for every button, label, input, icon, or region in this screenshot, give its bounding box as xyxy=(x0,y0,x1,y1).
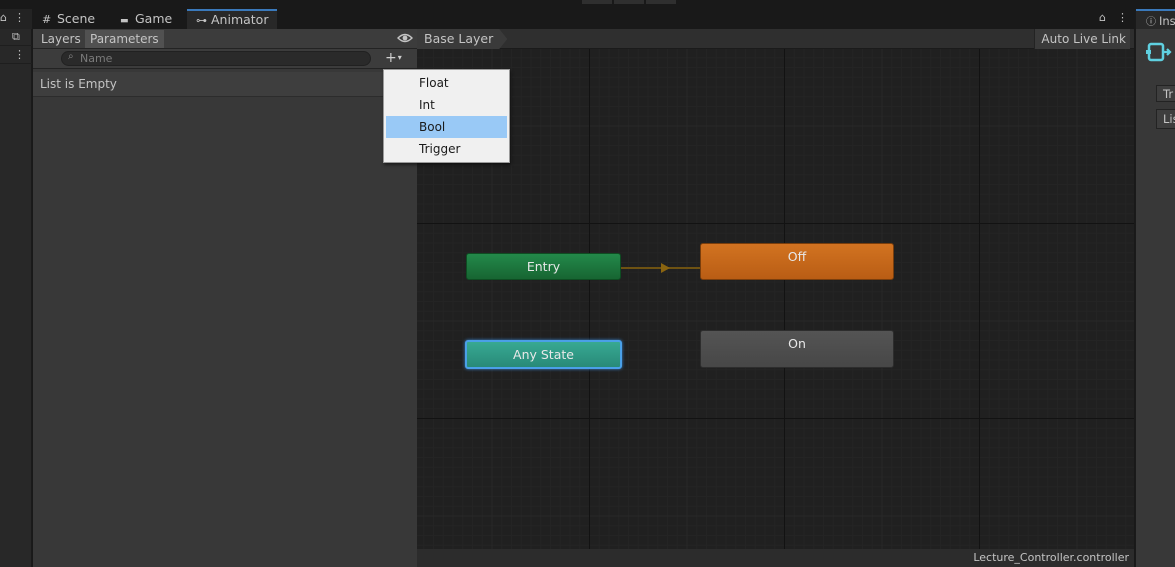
gamepad-icon: ▬ xyxy=(120,16,129,26)
tab-animator[interactable]: ⊶ Animator xyxy=(187,9,277,29)
tab-parameters[interactable]: Parameters xyxy=(85,30,164,48)
parameters-panel: Layers Parameters ⌕ +▾ List is Empty xyxy=(33,29,417,567)
animator-controller-icon xyxy=(1146,42,1172,62)
tab-game[interactable]: ▬ Game xyxy=(111,9,187,29)
parameters-search-row: ⌕ +▾ xyxy=(33,49,417,69)
tab-label: Animator xyxy=(211,12,269,27)
lock-icon[interactable]: ⌂ xyxy=(0,12,7,24)
menu-item-int[interactable]: Int xyxy=(386,94,507,116)
menu-icon[interactable]: ⋮ xyxy=(1117,11,1128,24)
chevron-down-icon: ▾ xyxy=(397,53,402,62)
add-parameter-button[interactable]: +▾ xyxy=(385,50,415,67)
grid-icon: # xyxy=(42,13,52,26)
info-icon: ⓘ xyxy=(1146,17,1156,28)
arrow-head-icon xyxy=(661,263,670,273)
menu-item-trigger[interactable]: Trigger xyxy=(386,138,507,160)
hierarchy-toolbar-row: ⧉ xyxy=(0,29,32,46)
inspector-row[interactable]: Lis xyxy=(1156,109,1175,129)
lock-icon[interactable]: ⌂ xyxy=(1099,11,1106,24)
controller-filename: Lecture_Controller.controller xyxy=(973,551,1129,564)
search-input[interactable] xyxy=(80,52,360,65)
editor-tab-bar: # Scene ▬ Game ⊶ Animator ⌂ ⋮ xyxy=(33,9,1134,29)
animator-graph[interactable]: Base Layer Auto Live Link Entry Off Any … xyxy=(417,29,1134,567)
tab-scene[interactable]: # Scene xyxy=(33,9,111,29)
state-on[interactable]: On xyxy=(700,330,894,368)
inspector-panel-edge: ⓘIns Tr Lis xyxy=(1135,9,1175,567)
menu-item-float[interactable]: Float xyxy=(386,72,507,94)
tab-label: Game xyxy=(135,11,173,26)
copy-icon[interactable]: ⧉ xyxy=(12,31,20,43)
eye-icon[interactable] xyxy=(397,31,413,45)
hierarchy-row: ⋮ xyxy=(0,47,32,64)
state-any-state[interactable]: Any State xyxy=(465,340,622,369)
animator-icon: ⊶ xyxy=(196,14,207,27)
empty-list-label: List is Empty xyxy=(33,72,417,97)
graph-header: Base Layer Auto Live Link xyxy=(417,29,1134,49)
inspector-body: Tr Lis xyxy=(1136,29,1175,567)
tab-layers[interactable]: Layers xyxy=(36,30,86,48)
menu-icon[interactable]: ⋮ xyxy=(14,49,25,61)
parameter-type-menu: Float Int Bool Trigger xyxy=(383,69,510,163)
tab-label: Ins xyxy=(1159,14,1175,28)
inspector-row[interactable]: Tr xyxy=(1156,85,1175,102)
breadcrumb[interactable]: Base Layer xyxy=(417,29,507,49)
menu-icon[interactable]: ⋮ xyxy=(14,12,25,24)
search-icon: ⌕ xyxy=(68,51,74,62)
graph-footer: Lecture_Controller.controller xyxy=(417,549,1134,567)
toolbar-stubs xyxy=(582,0,676,4)
auto-live-link-button[interactable]: Auto Live Link xyxy=(1034,29,1130,49)
state-entry[interactable]: Entry xyxy=(466,253,621,280)
parameters-toolbar: Layers Parameters xyxy=(33,29,417,49)
menu-item-bool[interactable]: Bool xyxy=(386,116,507,138)
tab-label: Scene xyxy=(57,11,96,26)
plus-icon: + xyxy=(385,50,397,66)
transition-arrow[interactable] xyxy=(621,263,700,273)
hierarchy-panel-edge: ⌂ ⋮ ⧉ ⋮ xyxy=(0,9,32,567)
search-field: ⌕ xyxy=(61,51,371,66)
tab-inspector[interactable]: ⓘ Ins xyxy=(1136,9,1175,29)
state-off[interactable]: Off xyxy=(700,243,894,280)
